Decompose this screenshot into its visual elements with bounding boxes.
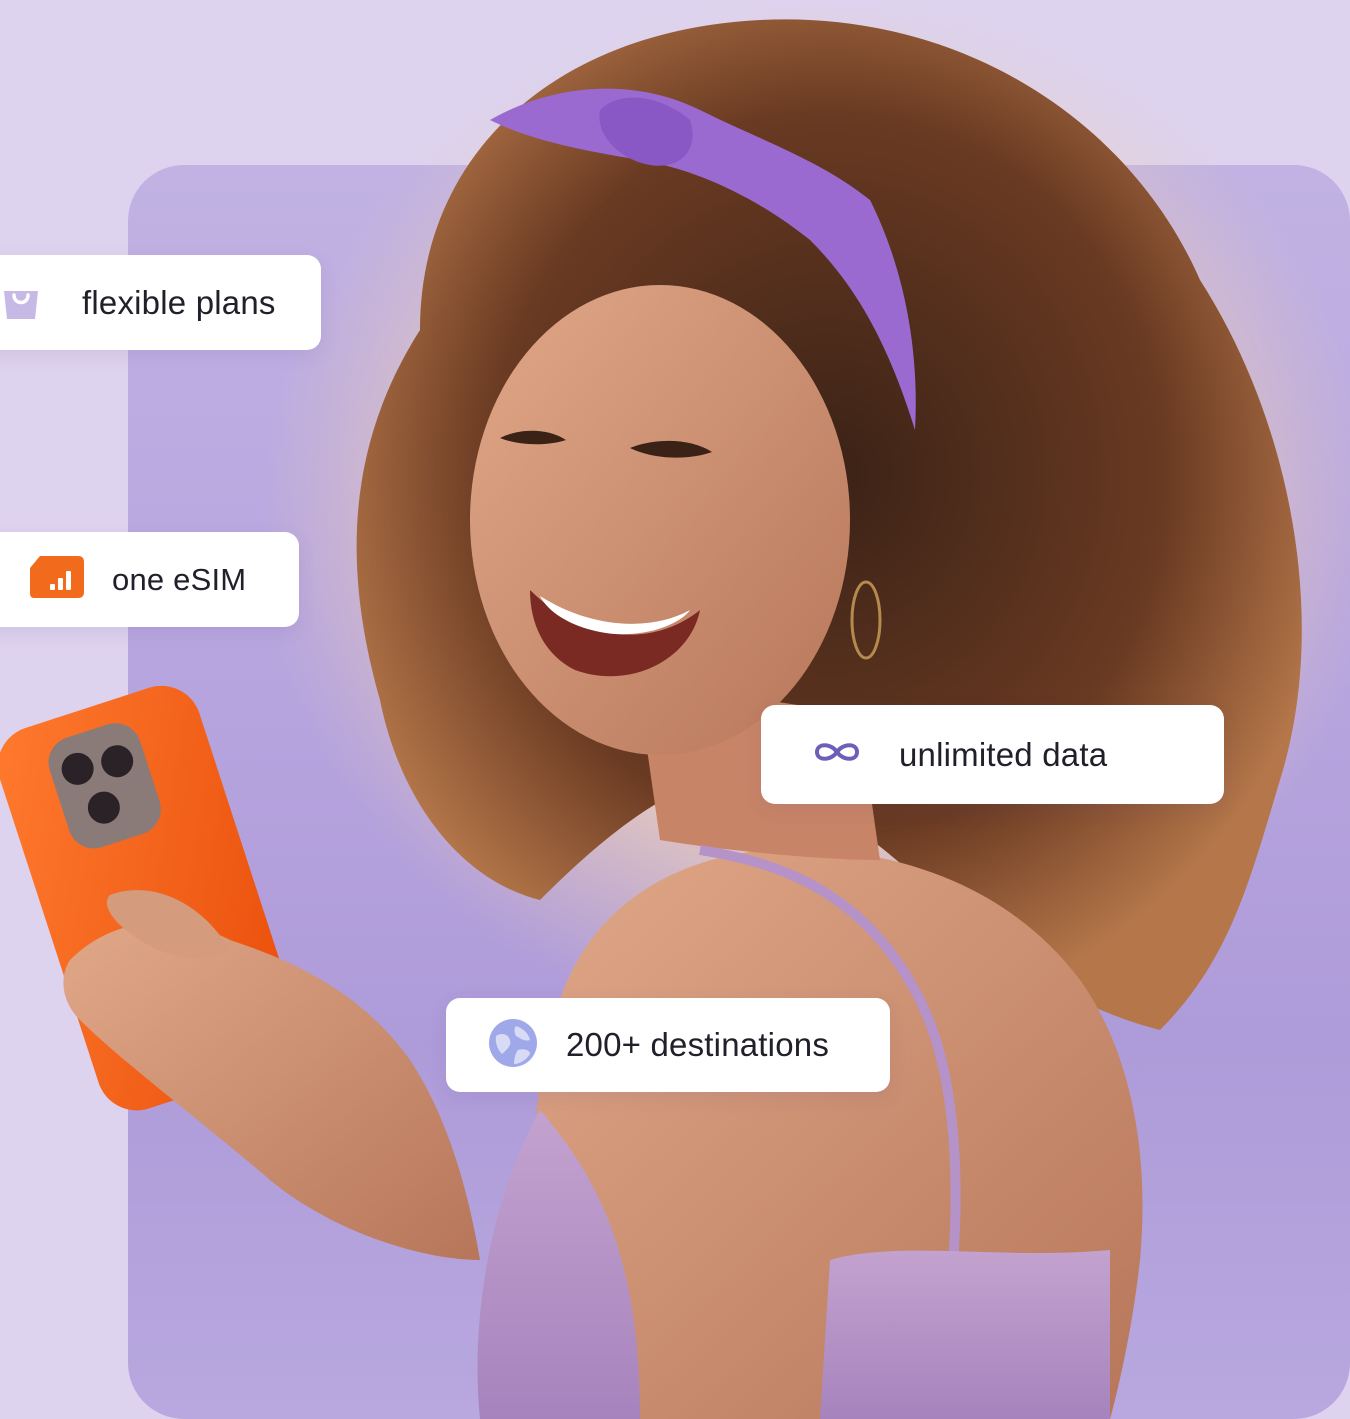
globe-icon — [486, 1016, 540, 1075]
shopping-bag-icon — [0, 277, 44, 328]
hero-visual: flexible plans one eSIM unlimited data 2… — [0, 0, 1350, 1419]
feature-badge-destinations: 200+ destinations — [446, 998, 890, 1092]
feature-badge-flexible-plans: flexible plans — [0, 255, 321, 350]
feature-label-one-esim: one eSIM — [112, 561, 247, 597]
feature-label-destinations: 200+ destinations — [566, 1026, 830, 1063]
esim-signal-icon — [28, 554, 86, 605]
face — [470, 285, 850, 755]
tank-top-back — [820, 1250, 1110, 1419]
infinity-icon — [811, 737, 863, 772]
feature-label-flexible-plans: flexible plans — [82, 283, 276, 321]
feature-badge-one-esim: one eSIM — [0, 532, 299, 627]
feature-badge-unlimited-data: unlimited data — [761, 705, 1224, 804]
feature-label-unlimited-data: unlimited data — [899, 735, 1108, 773]
